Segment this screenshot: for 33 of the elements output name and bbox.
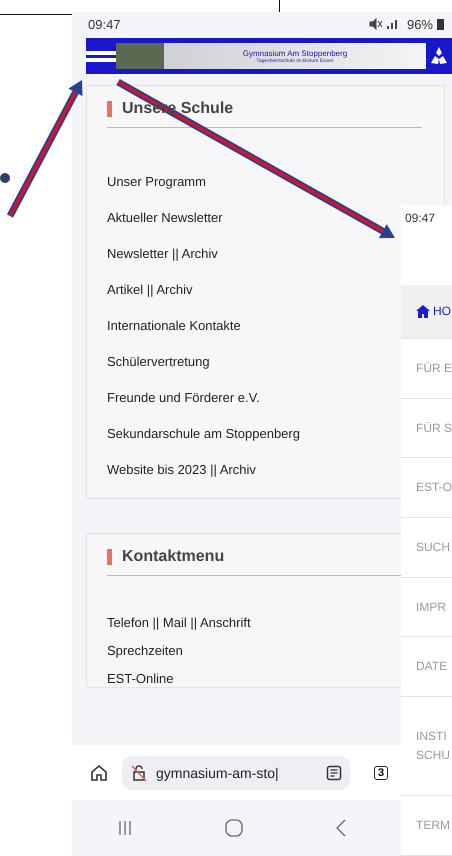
menu-link[interactable]: Sekundarschule am Stoppenberg xyxy=(107,425,300,442)
menu-link[interactable]: Schülervertretung xyxy=(107,353,210,370)
banner-title: Gymnasium Am Stoppenberg xyxy=(242,48,348,58)
card-title: Kontaktmenu xyxy=(122,548,224,566)
status-time: 09:47 xyxy=(405,211,436,225)
reader-icon[interactable] xyxy=(326,764,342,780)
accent-bar xyxy=(107,549,112,565)
battery-icon xyxy=(437,18,444,30)
tab-count[interactable]: 3 xyxy=(374,766,388,780)
status-time: 09:47 xyxy=(88,16,121,32)
unlocked-icon xyxy=(130,764,148,782)
menu-link[interactable]: Aktueller Newsletter xyxy=(107,209,223,226)
menu-link[interactable]: EST-Online xyxy=(107,670,174,687)
accent-bar xyxy=(107,101,112,117)
menu-link[interactable]: Unser Programm xyxy=(107,173,206,190)
menu-link[interactable]: Newsletter || Archiv xyxy=(107,245,218,262)
logo-icon xyxy=(429,46,449,66)
menu-link[interactable]: Artikel || Archiv xyxy=(107,281,192,298)
battery-percent: 96% xyxy=(406,16,433,32)
photo-placeholder xyxy=(116,43,164,69)
menu-link[interactable]: Telefon || Mail || Anschrift xyxy=(107,614,251,631)
home-button-icon[interactable] xyxy=(224,819,243,837)
menu-link[interactable]: Sprechzeiten xyxy=(107,642,183,659)
dot-marker xyxy=(0,173,10,183)
back-icon[interactable] xyxy=(336,819,346,837)
home-icon[interactable] xyxy=(90,764,108,782)
url-field[interactable]: gymnasium-am-sto| xyxy=(122,756,350,790)
menu-link[interactable]: Internationale Kontakte xyxy=(107,317,241,334)
nav-menu-item[interactable]: HO xyxy=(401,284,452,340)
recent-apps-icon[interactable] xyxy=(118,820,132,836)
menu-link[interactable]: Website bis 2023 || Archiv xyxy=(107,461,256,478)
menu-link[interactable]: Freunde und Förderer e.V. xyxy=(107,389,260,406)
home-icon xyxy=(416,304,430,318)
